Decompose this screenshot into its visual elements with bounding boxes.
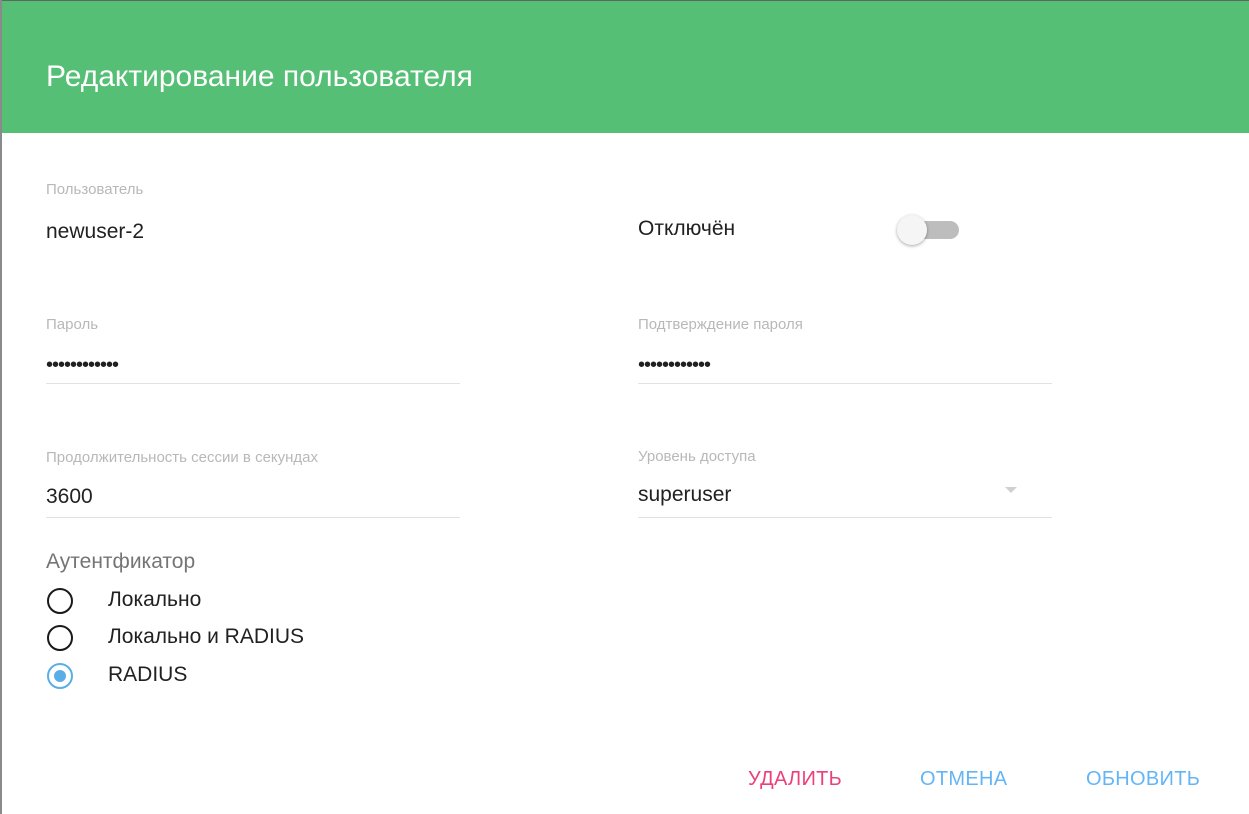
delete-button[interactable]: УДАЛИТЬ <box>748 767 842 791</box>
authenticator-title: Аутентфикатор <box>46 550 196 573</box>
password-confirm-label: Подтверждение пароля <box>638 316 803 333</box>
password-underline <box>46 383 460 384</box>
access-level-select[interactable]: Уровень доступа superuser <box>638 444 1052 520</box>
password-label: Пароль <box>46 316 99 333</box>
session-duration-input[interactable]: 3600 <box>46 484 93 510</box>
cancel-button[interactable]: ОТМЕНА <box>920 767 1007 791</box>
radio-option-local-radius[interactable]: Локально и RADIUS <box>46 624 406 654</box>
toggle-thumb <box>897 215 927 245</box>
radio-checked-dot <box>54 670 66 682</box>
access-level-value[interactable]: superuser <box>638 482 731 508</box>
session-duration-label: Продолжительность сессии в секундах <box>46 449 319 466</box>
radio-local-label: Локально <box>108 588 202 611</box>
edit-user-dialog: Редактирование пользователя Пользователь… <box>0 0 1249 814</box>
password-confirm-field[interactable]: Подтверждение пароля •••••••••••• <box>638 314 1052 386</box>
disabled-label: Отключён <box>638 217 736 240</box>
radio-radius-label: RADIUS <box>108 663 188 686</box>
disabled-toggle[interactable] <box>897 214 961 245</box>
access-level-label: Уровень доступа <box>638 448 756 465</box>
username-input[interactable]: newuser-2 <box>46 219 144 245</box>
password-input[interactable]: •••••••••••• <box>46 352 119 378</box>
password-confirm-underline <box>638 383 1052 384</box>
dialog-title: Редактирование пользователя <box>46 60 473 93</box>
radio-radius[interactable] <box>47 663 73 689</box>
radio-option-radius[interactable]: RADIUS <box>46 662 406 692</box>
password-field[interactable]: Пароль •••••••••••• <box>46 314 460 386</box>
session-duration-underline <box>46 517 460 518</box>
dialog-header: Редактирование пользователя <box>0 1 1249 133</box>
frame-edge-left <box>0 0 2 814</box>
username-field[interactable]: Пользователь newuser-2 <box>46 176 460 266</box>
chevron-down-icon[interactable] <box>1005 487 1017 493</box>
session-duration-field[interactable]: Продолжительность сессии в секундах 3600 <box>46 444 460 520</box>
update-button[interactable]: ОБНОВИТЬ <box>1086 767 1200 791</box>
radio-local-radius-label: Локально и RADIUS <box>108 625 305 648</box>
password-confirm-input[interactable]: •••••••••••• <box>638 352 711 378</box>
username-label: Пользователь <box>46 181 144 198</box>
radio-local-radius[interactable] <box>47 625 73 651</box>
radio-option-local[interactable]: Локально <box>46 587 406 617</box>
access-level-underline <box>638 517 1052 518</box>
disabled-field: Отключён <box>638 215 838 245</box>
radio-local[interactable] <box>47 588 73 614</box>
